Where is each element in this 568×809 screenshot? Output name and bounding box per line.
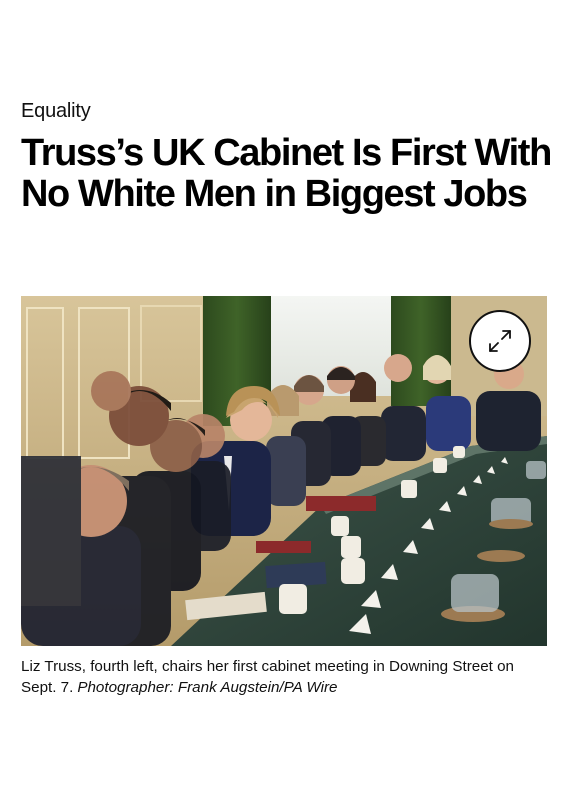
photo (21, 296, 547, 646)
cabinet-meeting-image (21, 296, 547, 646)
photo-credit: Photographer: Frank Augstein/PA Wire (77, 679, 338, 696)
section-kicker[interactable]: Equality (21, 98, 91, 124)
headline: Truss’s UK Cabinet Is First With No Whit… (21, 132, 552, 215)
image-caption: Liz Truss, fourth left, chairs her first… (21, 656, 551, 698)
expand-image-button[interactable] (469, 310, 531, 372)
expand-arrows-icon (489, 330, 511, 352)
